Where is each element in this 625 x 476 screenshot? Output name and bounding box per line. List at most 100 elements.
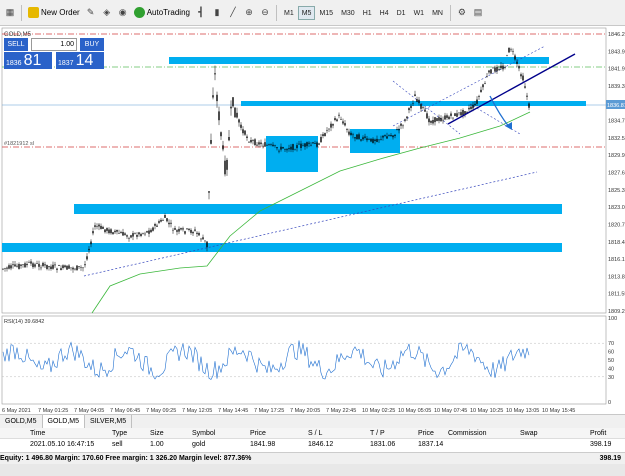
candle-body: [332, 124, 334, 126]
candle-body: [254, 139, 256, 145]
candle-body: [282, 147, 284, 149]
zoom-in-icon[interactable]: ⊕: [242, 6, 256, 20]
support-zone-lower: [2, 243, 562, 252]
timeframe-d1[interactable]: D1: [393, 6, 410, 20]
candle-body: [296, 145, 298, 149]
bar-chart-icon[interactable]: ┫: [194, 6, 208, 20]
timeframe-w1[interactable]: W1: [410, 6, 429, 20]
candle-body: [528, 103, 530, 108]
candle-body: [110, 229, 112, 234]
sell-price-button[interactable]: 1836 81: [4, 52, 52, 69]
candle-body: [484, 83, 486, 84]
candle-body: [128, 238, 130, 239]
candle-body: [354, 137, 356, 139]
candle-body: [52, 264, 54, 269]
candle-body: [30, 261, 32, 264]
candle-body: [72, 267, 74, 270]
candle-body: [2, 268, 4, 270]
candle-body: [16, 265, 18, 267]
chart-tab[interactable]: SILVER,M5: [85, 415, 133, 428]
candle-body: [400, 123, 402, 126]
new-chart-icon[interactable]: ▦: [3, 6, 17, 20]
candle-body: [442, 119, 444, 121]
terminal-col-header[interactable]: Price: [250, 428, 266, 439]
candle-body: [524, 86, 526, 88]
candle-body: [120, 232, 122, 234]
timeframe-m5[interactable]: M5: [297, 5, 316, 20]
buy-price-button[interactable]: 1837 14: [56, 52, 104, 69]
lot-size-input[interactable]: 1.00: [31, 38, 77, 51]
candle-body: [314, 143, 316, 144]
candle-body: [376, 138, 378, 142]
candle-body: [152, 227, 154, 231]
candle-chart-icon[interactable]: ▮: [210, 6, 224, 20]
sell-button[interactable]: SELL: [4, 38, 28, 51]
candle-body: [266, 145, 268, 146]
terminal-col-header[interactable]: Type: [112, 428, 127, 439]
chart-canvas[interactable]: GOLD,M51846.201843.901841.951839.351836.…: [0, 26, 625, 414]
templates-icon[interactable]: ▤: [471, 6, 485, 20]
candle-body: [224, 160, 226, 175]
timeframe-h4[interactable]: H4: [376, 6, 393, 20]
terminal-col-header[interactable]: Time: [30, 428, 45, 439]
candle-body: [492, 67, 494, 69]
autotrading-icon: [133, 7, 145, 18]
terminal-col-header[interactable]: Commission: [448, 428, 487, 439]
price-tick: 1818.45: [608, 240, 625, 246]
terminal-col-header[interactable]: Size: [150, 428, 164, 439]
candle-body: [514, 55, 516, 60]
timeframe-m15[interactable]: M15: [315, 6, 337, 20]
candle-body: [238, 119, 240, 123]
candle-body: [472, 104, 474, 109]
trade-row[interactable]: 2021.05.10 16:47:15 sell 1.00 gold 1841.98 18…: [0, 439, 625, 450]
candle-body: [336, 119, 338, 122]
market-icon[interactable]: ◈: [100, 6, 114, 20]
buy-price-small: 1837: [58, 60, 74, 67]
new-order-icon: [28, 7, 39, 18]
candle-body: [50, 266, 52, 269]
terminal-col-header[interactable]: Symbol: [192, 428, 215, 439]
candle-body: [192, 232, 194, 234]
candle-body: [28, 262, 30, 263]
autotrading-button[interactable]: AutoTrading: [131, 5, 193, 21]
trade-cell: 1846.12: [308, 441, 334, 448]
candle-body: [372, 138, 374, 143]
signals-icon[interactable]: ◉: [116, 6, 130, 20]
new-order-button[interactable]: New Order: [25, 5, 83, 21]
timeframe-h1[interactable]: H1: [359, 6, 376, 20]
candle-body: [462, 110, 464, 116]
candle-body: [420, 104, 422, 109]
price-tick: 1834.75: [608, 119, 625, 125]
line-chart-icon[interactable]: ╱: [226, 6, 240, 20]
indicators-icon[interactable]: ⚙: [455, 6, 469, 20]
zoom-out-icon[interactable]: ⊖: [258, 6, 272, 20]
terminal-col-header[interactable]: T / P: [370, 428, 385, 439]
candle-body: [412, 103, 414, 104]
timeframe-m1[interactable]: M1: [280, 6, 298, 20]
candle-body: [352, 134, 354, 136]
terminal-col-header[interactable]: Swap: [520, 428, 538, 439]
chart-tab[interactable]: GOLD,M5: [0, 415, 43, 428]
candle-body: [242, 129, 244, 134]
timeframe-m30[interactable]: M30: [337, 6, 359, 20]
chart-tab[interactable]: GOLD,M5: [42, 415, 86, 428]
chart-area[interactable]: GOLD,M51846.201843.901841.951839.351836.…: [0, 26, 625, 414]
candle-body: [478, 96, 480, 97]
price-tick: 1820.75: [608, 222, 625, 228]
candle-body: [40, 267, 42, 269]
candle-body: [8, 265, 10, 269]
terminal-col-header[interactable]: Profit: [590, 428, 606, 439]
candle-body: [182, 228, 184, 230]
terminal-col-header[interactable]: Price: [418, 428, 434, 439]
candle-body: [304, 143, 306, 147]
candle-body: [432, 120, 434, 124]
terminal-col-header[interactable]: S / L: [308, 428, 322, 439]
candle-body: [458, 112, 460, 114]
toolbar: ▦ New Order ✎ ◈ ◉ AutoTrading ┫ ▮ ╱ ⊕ ⊖ …: [0, 0, 625, 26]
metaeditor-icon[interactable]: ✎: [84, 6, 98, 20]
candle-body: [236, 112, 238, 118]
timeframe-mn[interactable]: MN: [428, 6, 447, 20]
candle-body: [156, 225, 158, 227]
candle-body: [506, 55, 508, 57]
buy-button[interactable]: BUY: [80, 38, 104, 51]
